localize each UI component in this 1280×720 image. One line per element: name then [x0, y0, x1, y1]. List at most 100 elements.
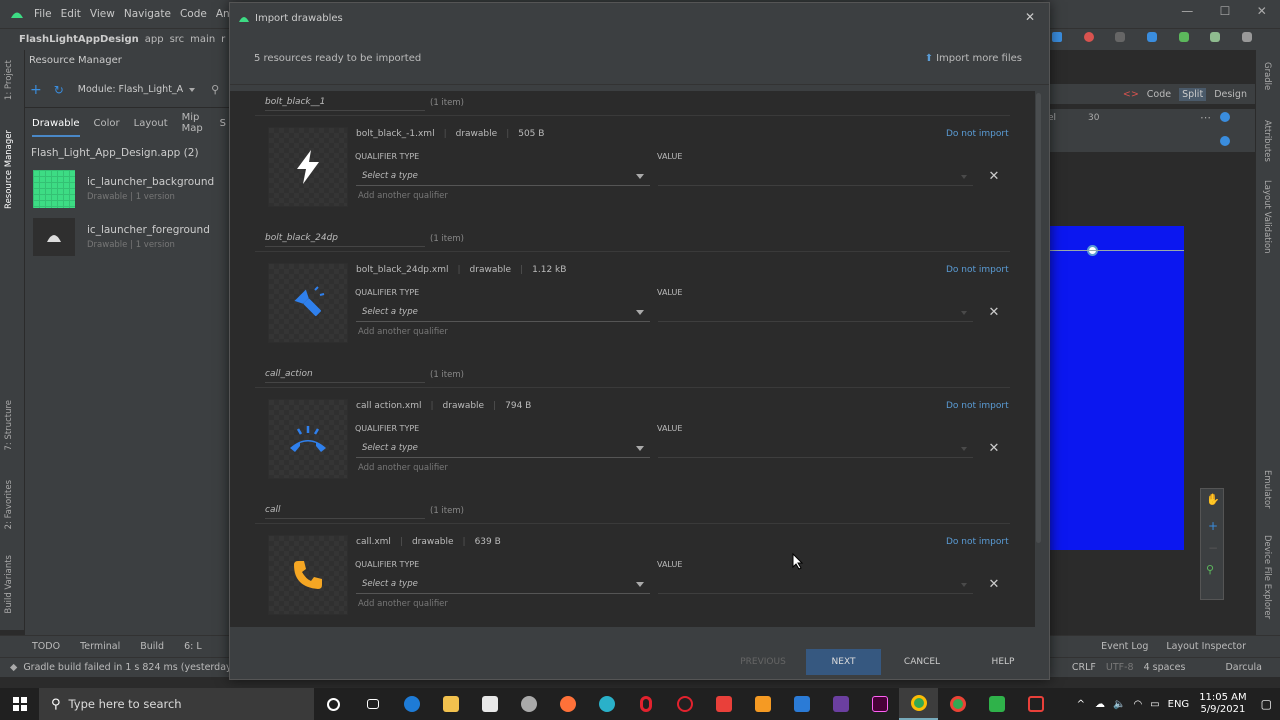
- value-select[interactable]: [658, 304, 973, 322]
- tab-attributes[interactable]: Attributes: [1262, 120, 1272, 162]
- do-not-import-link[interactable]: Do not import: [946, 401, 1009, 411]
- tab-resource-manager[interactable]: Resource Manager: [4, 130, 14, 209]
- close-icon[interactable]: ✕: [1025, 10, 1035, 24]
- help-icon[interactable]: [1220, 136, 1230, 146]
- clock[interactable]: 11:05 AM 5/9/2021: [1199, 692, 1246, 716]
- tab-build[interactable]: Build: [140, 641, 164, 652]
- tab-gradle[interactable]: Gradle: [1262, 62, 1272, 90]
- menu-code[interactable]: Code: [180, 8, 207, 20]
- group-name-field[interactable]: bolt_black_24dp: [265, 233, 425, 247]
- remove-qualifier-icon[interactable]: ✕: [987, 305, 1001, 320]
- cortana-icon[interactable]: [314, 688, 353, 720]
- resource-item[interactable]: ic_launcher_foreground Drawable | 1 vers…: [25, 213, 240, 261]
- chevron-up-icon[interactable]: ^: [1077, 699, 1085, 710]
- menu-file[interactable]: File: [34, 8, 52, 20]
- photoshop-icon[interactable]: [509, 688, 548, 720]
- remove-qualifier-icon[interactable]: ✕: [987, 577, 1001, 592]
- volume-icon[interactable]: 🔈: [1113, 699, 1125, 710]
- previous-button[interactable]: PREVIOUS: [730, 649, 796, 675]
- tab-terminal[interactable]: Terminal: [80, 641, 120, 652]
- search-icon[interactable]: ⚲: [211, 83, 219, 96]
- breadcrumb-app[interactable]: app: [145, 34, 164, 45]
- add-qualifier-link[interactable]: Add another qualifier: [358, 463, 448, 473]
- refresh-icon[interactable]: ↻: [54, 83, 64, 97]
- do-not-import-link[interactable]: Do not import: [946, 265, 1009, 275]
- add-qualifier-link[interactable]: Add another qualifier: [358, 599, 448, 609]
- minimize-icon[interactable]: —: [1181, 4, 1193, 22]
- add-qualifier-link[interactable]: Add another qualifier: [358, 191, 448, 201]
- file-encoding[interactable]: UTF-8: [1106, 662, 1134, 673]
- network-icon[interactable]: ☁: [1095, 699, 1105, 710]
- tab-more[interactable]: S: [220, 118, 226, 129]
- file-explorer-icon[interactable]: [431, 688, 470, 720]
- store-icon[interactable]: [470, 688, 509, 720]
- tab-device-file-explorer[interactable]: Device File Explorer: [1262, 535, 1272, 619]
- remove-qualifier-icon[interactable]: ✕: [987, 441, 1001, 456]
- indent-setting[interactable]: 4 spaces: [1144, 662, 1186, 673]
- taskbar-search-box[interactable]: ⚲ Type here to search: [39, 688, 314, 720]
- menu-view[interactable]: View: [90, 8, 115, 20]
- edge-icon[interactable]: [587, 688, 626, 720]
- adobe-xd-icon[interactable]: [860, 688, 899, 720]
- breadcrumb-main[interactable]: main: [190, 34, 215, 45]
- stop-icon[interactable]: [1115, 32, 1126, 42]
- tab-color[interactable]: Color: [94, 118, 120, 129]
- tab-layout[interactable]: Layout: [134, 118, 168, 129]
- help-button[interactable]: HELP: [970, 649, 1036, 675]
- opera-icon[interactable]: [626, 688, 665, 720]
- avd-icon[interactable]: [1146, 32, 1157, 42]
- tab-emulator[interactable]: Emulator: [1262, 470, 1272, 509]
- zoom-in-icon[interactable]: +: [1208, 519, 1218, 533]
- maximize-icon[interactable]: ☐: [1220, 4, 1231, 22]
- resource-item[interactable]: ic_launcher_background Drawable | 1 vers…: [25, 165, 240, 213]
- zoom-fit-icon[interactable]: ⚲: [1206, 563, 1214, 576]
- group-name-field[interactable]: bolt_black__1: [265, 97, 425, 111]
- add-resource-icon[interactable]: +: [30, 82, 42, 98]
- tab-build-variants[interactable]: Build Variants: [4, 555, 14, 614]
- group-name-field[interactable]: call_action: [265, 369, 425, 383]
- edge-legacy-icon[interactable]: [392, 688, 431, 720]
- anydesk-icon[interactable]: [704, 688, 743, 720]
- pan-icon[interactable]: ✋: [1206, 493, 1220, 506]
- tab-project[interactable]: 1: Project: [4, 60, 14, 100]
- breadcrumb-src[interactable]: src: [170, 34, 185, 45]
- theme-name[interactable]: Darcula: [1225, 662, 1262, 673]
- camtasia-icon[interactable]: [977, 688, 1016, 720]
- battery-icon[interactable]: ▭: [1150, 699, 1159, 710]
- wifi-icon[interactable]: ◠: [1133, 699, 1142, 710]
- api-level[interactable]: 30: [1088, 113, 1099, 123]
- windows-start-icon[interactable]: [0, 688, 39, 720]
- chevron-down-icon[interactable]: [189, 87, 196, 92]
- tab-favorites[interactable]: 2: Favorites: [4, 480, 14, 529]
- import-more-files-link[interactable]: ⬆ Import more files: [925, 53, 1022, 64]
- info-icon[interactable]: [1220, 112, 1230, 122]
- breadcrumb-res[interactable]: r: [221, 34, 225, 45]
- scrollbar-thumb[interactable]: [1036, 93, 1041, 543]
- value-select[interactable]: [658, 168, 973, 186]
- tab-logcat[interactable]: 6: L: [184, 641, 202, 652]
- tab-todo[interactable]: TODO: [32, 641, 60, 652]
- menu-edit[interactable]: Edit: [61, 8, 81, 20]
- gradle-sync-icon[interactable]: [1210, 32, 1221, 42]
- sync-icon[interactable]: [1052, 32, 1062, 42]
- qualifier-type-select[interactable]: Select a type: [356, 440, 650, 458]
- sublime-icon[interactable]: [743, 688, 782, 720]
- app-window-icon[interactable]: [782, 688, 821, 720]
- close-window-icon[interactable]: ✕: [1257, 4, 1267, 22]
- add-qualifier-link[interactable]: Add another qualifier: [358, 327, 448, 337]
- breadcrumb-project[interactable]: FlashLightAppDesign: [19, 34, 139, 45]
- design-mode[interactable]: Design: [1214, 89, 1247, 100]
- cancel-button[interactable]: CANCEL: [889, 649, 955, 675]
- tab-drawable[interactable]: Drawable: [32, 118, 80, 137]
- tab-layout-validation[interactable]: Layout Validation: [1262, 180, 1272, 254]
- language-indicator[interactable]: ENG: [1168, 699, 1190, 710]
- layout-preview[interactable]: [1050, 226, 1184, 550]
- more-icon[interactable]: ⋯: [1200, 111, 1211, 124]
- tab-event-log[interactable]: Event Log: [1101, 641, 1148, 652]
- do-not-import-link[interactable]: Do not import: [946, 537, 1009, 547]
- chrome-profile-icon[interactable]: [938, 688, 977, 720]
- remove-qualifier-icon[interactable]: ✕: [987, 169, 1001, 184]
- zoom-out-icon[interactable]: −: [1208, 541, 1218, 555]
- chrome-icon[interactable]: [899, 688, 938, 720]
- line-separator[interactable]: CRLF: [1072, 662, 1096, 673]
